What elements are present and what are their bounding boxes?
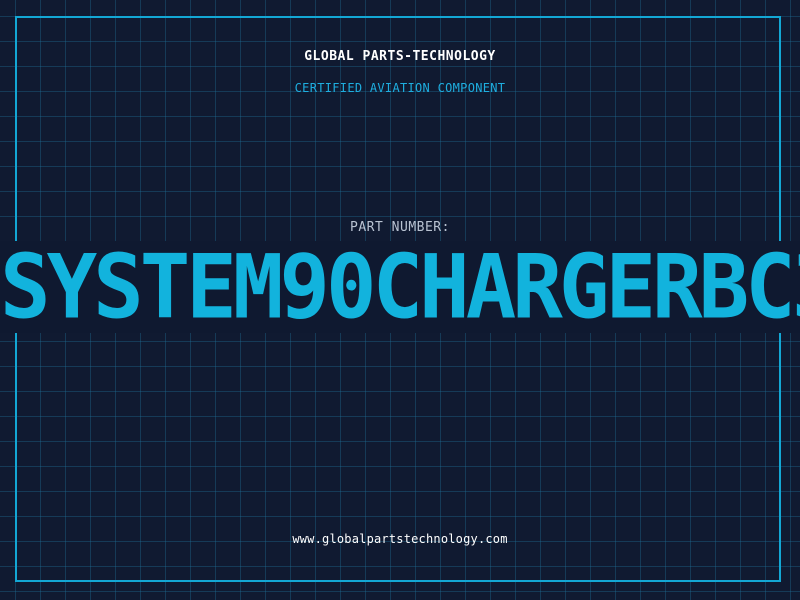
part-number-label: PART NUMBER: bbox=[350, 220, 450, 235]
part-number-band: SYSTEM90CHARGERBC35 bbox=[0, 241, 800, 333]
certificate-card: GLOBAL PARTS-TECHNOLOGY CERTIFIED AVIATI… bbox=[0, 0, 800, 600]
part-number-value: SYSTEM90CHARGERBC35 bbox=[0, 241, 800, 333]
company-name: GLOBAL PARTS-TECHNOLOGY bbox=[304, 49, 496, 64]
component-subtitle: CERTIFIED AVIATION COMPONENT bbox=[294, 81, 506, 95]
website-link[interactable]: www.globalpartstechnology.com bbox=[0, 531, 800, 547]
